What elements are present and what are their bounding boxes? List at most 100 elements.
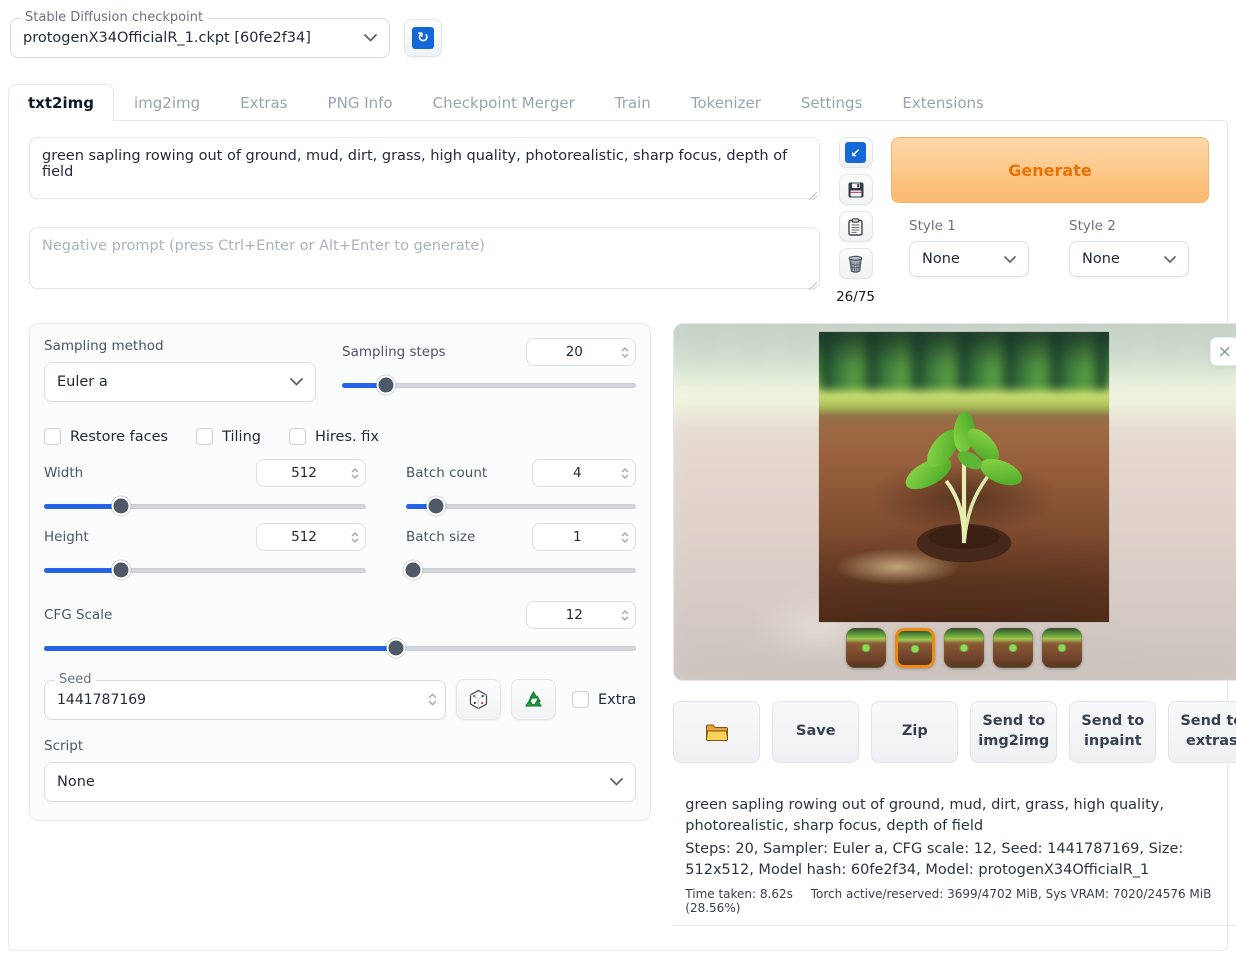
folder-icon xyxy=(705,723,729,742)
cfg-scale-slider[interactable] xyxy=(44,639,636,657)
tab-png-info[interactable]: PNG Info xyxy=(308,84,413,121)
checkpoint-selector[interactable]: Stable Diffusion checkpoint protogenX34O… xyxy=(10,18,390,58)
style1-value: None xyxy=(922,251,960,267)
send-to-inpaint-button[interactable]: Send to inpaint xyxy=(1069,701,1156,763)
negative-prompt-input[interactable] xyxy=(29,227,820,289)
slider-handle[interactable] xyxy=(112,561,131,580)
width-slider[interactable] xyxy=(44,497,366,515)
batch-size-slider[interactable] xyxy=(406,561,636,579)
checkbox-icon[interactable] xyxy=(572,691,589,708)
extra-seed-checkbox[interactable]: Extra xyxy=(572,691,636,708)
style1-label: Style 1 xyxy=(909,218,1029,234)
chevron-down-icon xyxy=(1164,256,1176,263)
sampling-steps-slider[interactable] xyxy=(342,376,636,394)
cfg-scale-input[interactable] xyxy=(527,607,621,623)
tab-settings[interactable]: Settings xyxy=(781,84,883,121)
checkbox-icon[interactable] xyxy=(44,428,61,445)
restore-faces-checkbox[interactable]: Restore faces xyxy=(44,428,168,445)
batch-size-input[interactable] xyxy=(533,529,621,545)
checkbox-icon[interactable] xyxy=(196,428,213,445)
slider-handle[interactable] xyxy=(112,497,131,516)
tab-img2img[interactable]: img2img xyxy=(114,84,220,121)
tab-extensions[interactable]: Extensions xyxy=(882,84,1003,121)
floppy-disk-icon xyxy=(847,181,865,199)
width-field xyxy=(256,459,366,487)
spinner-arrows-icon[interactable] xyxy=(351,468,359,479)
tab-txt2img[interactable]: txt2img xyxy=(8,84,114,121)
generated-image[interactable] xyxy=(819,332,1109,622)
tab-extras[interactable]: Extras xyxy=(220,84,307,121)
send-to-extras-button[interactable]: Send to extras xyxy=(1168,701,1236,763)
prompt-row: green sapling rowing out of ground, mud,… xyxy=(29,137,1209,305)
thumbnail-2-selected[interactable] xyxy=(895,628,935,668)
spinner-arrows-icon[interactable] xyxy=(428,693,437,706)
slider-handle[interactable] xyxy=(403,561,422,580)
trash-icon xyxy=(847,255,864,273)
tiling-label: Tiling xyxy=(222,429,261,445)
thumbnail-3[interactable] xyxy=(944,628,984,668)
batch-count-slider[interactable] xyxy=(406,497,636,515)
tiling-checkbox[interactable]: Tiling xyxy=(196,428,261,445)
refresh-checkpoints-button[interactable]: ↻ xyxy=(404,19,442,57)
script-label: Script xyxy=(44,738,636,754)
slider-handle[interactable] xyxy=(426,497,445,516)
slider-handle[interactable] xyxy=(377,376,396,395)
tab-tokenizer[interactable]: Tokenizer xyxy=(671,84,781,121)
random-seed-button[interactable] xyxy=(456,679,501,720)
style1-dropdown[interactable]: None xyxy=(909,241,1029,277)
width-input[interactable] xyxy=(257,465,351,481)
spinner-arrows-icon[interactable] xyxy=(621,532,629,543)
zip-button[interactable]: Zip xyxy=(871,701,958,763)
seed-input[interactable] xyxy=(57,692,428,708)
style2-dropdown[interactable]: None xyxy=(1069,241,1189,277)
result-actions: Save Zip Send to img2img Send to inpaint… xyxy=(673,701,1236,763)
clear-prompt-button[interactable] xyxy=(839,248,873,279)
thumbnail-5[interactable] xyxy=(1042,628,1082,668)
save-button[interactable]: Save xyxy=(772,701,859,763)
dice-icon xyxy=(468,689,489,710)
apply-style-button[interactable] xyxy=(839,211,873,242)
send-to-img2img-button[interactable]: Send to img2img xyxy=(970,701,1057,763)
height-input[interactable] xyxy=(257,529,351,545)
save-style-button[interactable] xyxy=(839,174,873,205)
paste-generation-params-button[interactable]: ↙ xyxy=(839,137,873,168)
close-icon: × xyxy=(1218,342,1232,362)
style2-value: None xyxy=(1082,251,1120,267)
spinner-arrows-icon[interactable] xyxy=(621,610,629,621)
tab-train[interactable]: Train xyxy=(595,84,671,121)
prompt-input[interactable]: green sapling rowing out of ground, mud,… xyxy=(29,137,820,199)
sampling-steps-input[interactable] xyxy=(527,344,621,360)
spinner-arrows-icon[interactable] xyxy=(621,347,629,358)
slider-handle[interactable] xyxy=(387,639,406,658)
reuse-seed-button[interactable] xyxy=(511,679,556,720)
script-dropdown[interactable]: None xyxy=(44,762,636,802)
generate-button[interactable]: Generate xyxy=(891,137,1209,203)
height-slider[interactable] xyxy=(44,561,366,579)
batch-count-label: Batch count xyxy=(406,465,487,481)
prompt-tools-column: ↙ xyxy=(836,137,875,305)
batch-count-input[interactable] xyxy=(533,465,621,481)
app-root: Stable Diffusion checkpoint protogenX34O… xyxy=(0,0,1236,966)
tab-checkpoint-merger[interactable]: Checkpoint Merger xyxy=(413,84,595,121)
seed-label: Seed xyxy=(55,672,96,687)
clipboard-icon xyxy=(847,218,864,236)
main-tabbar: txt2img img2img Extras PNG Info Checkpoi… xyxy=(8,84,1228,120)
close-gallery-button[interactable]: × xyxy=(1210,337,1236,366)
thumbnail-1[interactable] xyxy=(846,628,886,668)
thumbnail-4[interactable] xyxy=(993,628,1033,668)
spinner-arrows-icon[interactable] xyxy=(351,532,359,543)
spinner-arrows-icon[interactable] xyxy=(621,468,629,479)
checkbox-icon[interactable] xyxy=(289,428,306,445)
cfg-scale-field xyxy=(526,601,636,629)
hires-fix-checkbox[interactable]: Hires. fix xyxy=(289,428,379,445)
txt2img-panel: green sapling rowing out of ground, mud,… xyxy=(8,120,1228,951)
token-counter: 26/75 xyxy=(836,289,875,305)
hires-fix-label: Hires. fix xyxy=(315,429,379,445)
batch-size-label: Batch size xyxy=(406,529,475,545)
info-prompt-text: green sapling rowing out of ground, mud,… xyxy=(685,795,1236,837)
extra-label: Extra xyxy=(598,692,636,708)
checkpoint-bar: Stable Diffusion checkpoint protogenX34O… xyxy=(8,10,1228,72)
sampling-method-dropdown[interactable]: Euler a xyxy=(44,362,316,402)
open-folder-button[interactable] xyxy=(673,701,760,763)
generation-params-panel: Sampling method Euler a Sampling steps xyxy=(29,323,651,821)
